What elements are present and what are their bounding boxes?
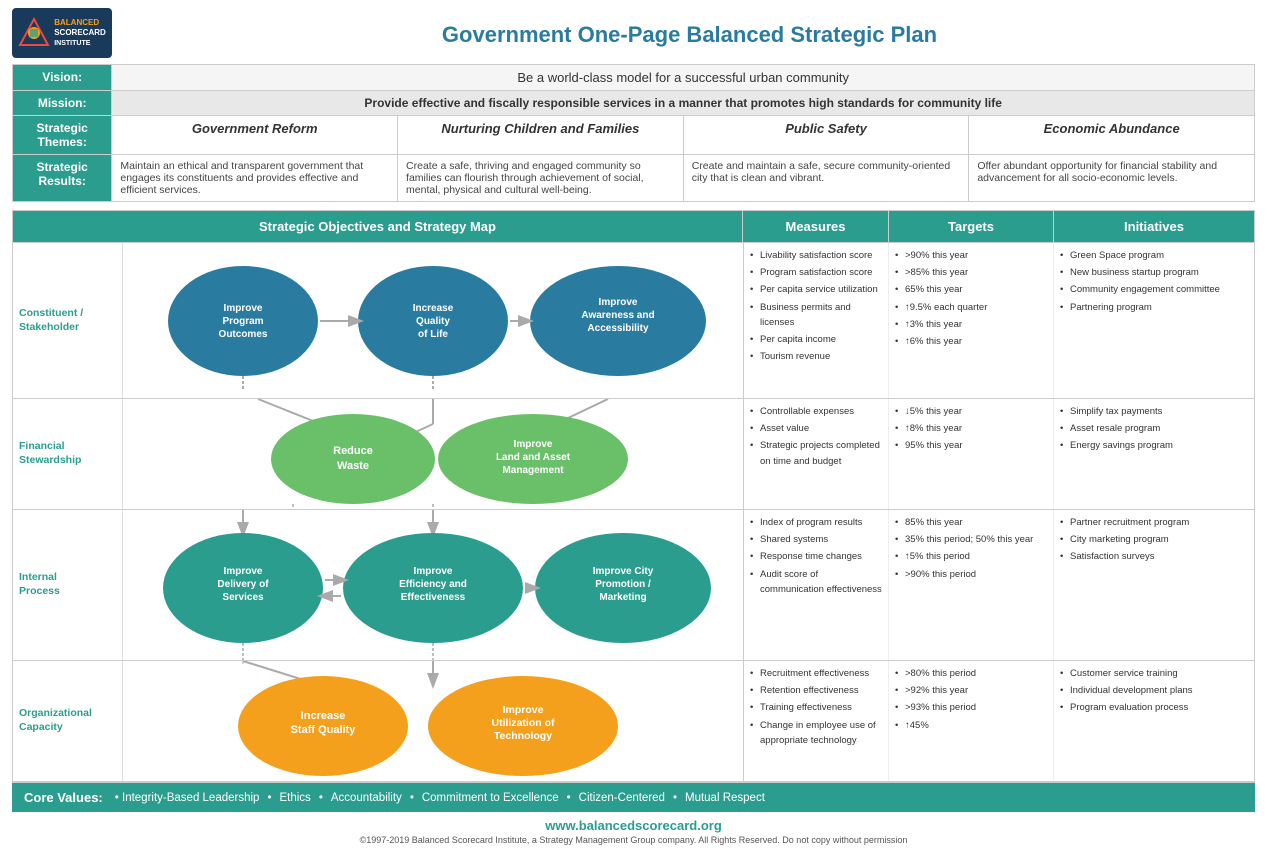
core-values-sep3: • [410,792,414,804]
core-values-label: Core Values: [24,790,103,805]
svg-text:Management: Management [502,465,564,476]
row-label-org: OrganizationalCapacity [19,707,92,734]
page-title: Government One-Page Balanced Strategic P… [124,18,1255,48]
svg-text:Effectiveness: Effectiveness [401,592,466,603]
core-values-item-1: Ethics [279,792,310,804]
internal-targets: 85% this year 35% this period; 50% this … [889,510,1054,660]
measures-header: Measures [743,211,889,242]
svg-text:Technology: Technology [494,730,552,742]
footer-copyright: ©1997-2019 Balanced Scorecard Institute,… [18,835,1249,845]
svg-text:Improve City: Improve City [593,566,654,577]
svg-text:of Life: of Life [418,329,448,340]
org-targets: >80% this period >92% this year >93% thi… [889,661,1054,781]
internal-map-svg: Improve Delivery of Services Improve Eff… [123,510,743,660]
svg-text:Improve: Improve [224,303,263,314]
result-3: Offer abundant opportunity for financial… [969,155,1255,202]
svg-text:Quality: Quality [416,316,450,327]
internal-measures: Index of program results Shared systems … [744,510,889,660]
svg-text:Improve: Improve [599,297,638,308]
svg-text:Program: Program [222,316,263,327]
theme-2: Public Safety [683,116,969,155]
theme-3: Economic Abundance [969,116,1255,155]
svg-text:Outcomes: Outcomes [219,329,268,340]
map-header: Strategic Objectives and Strategy Map [13,211,743,242]
mission-label: Mission: [13,91,112,116]
theme-0: Government Reform [112,116,398,155]
org-measures: Recruitment effectiveness Retention effe… [744,661,889,781]
org-initiatives: Customer service training Individual dev… [1054,661,1254,781]
svg-text:Increase: Increase [301,710,346,722]
themes-label: Strategic Themes: [13,116,112,155]
logo: BALANCED SCORECARD INSTITUTE [12,8,112,58]
logo-text: BALANCED SCORECARD INSTITUTE [54,18,106,48]
core-values-item-4: Citizen-Centered [579,792,665,804]
svg-text:Improve: Improve [224,566,263,577]
core-values-sep4: • [567,792,571,804]
mission-text: Provide effective and fiscally responsib… [112,91,1255,116]
row-label-financial: FinancialStewardship [19,440,81,467]
top-table: Vision: Be a world-class model for a suc… [12,64,1255,202]
row-label-constituent: Constituent /Stakeholder [19,307,83,334]
svg-text:Delivery of: Delivery of [217,579,269,590]
svg-text:Accessibility: Accessibility [587,323,649,334]
constituent-map-svg: Improve Program Outcomes Increase Qualit… [123,243,743,398]
svg-text:Marketing: Marketing [599,592,646,603]
core-values-item-3: Commitment to Excellence [422,792,559,804]
core-values-bar: Core Values: • Integrity-Based Leadershi… [12,783,1255,812]
svg-text:Improve: Improve [514,439,553,450]
constituent-measures: Livability satisfaction score Program sa… [744,243,889,398]
financial-map-svg: Reduce Waste Improve Land and Asset Mana… [123,399,743,509]
core-values-item-2: Accountability [331,792,402,804]
financial-measures: Controllable expenses Asset value Strate… [744,399,889,509]
svg-text:Efficiency and: Efficiency and [399,579,467,590]
logo-icon [18,17,50,49]
constituent-initiatives: Green Space program New business startup… [1054,243,1254,398]
vision-text: Be a world-class model for a successful … [112,65,1255,91]
svg-text:Land and Asset: Land and Asset [496,452,571,463]
svg-text:Services: Services [222,592,264,603]
footer: www.balancedscorecard.org ©1997-2019 Bal… [12,812,1255,851]
financial-initiatives: Simplify tax payments Asset resale progr… [1054,399,1254,509]
svg-text:Reduce: Reduce [333,445,373,457]
core-values-item-5: Mutual Respect [685,792,765,804]
constituent-targets: >90% this year >85% this year 65% this y… [889,243,1054,398]
core-values-sep5: • [673,792,677,804]
svg-text:Utilization of: Utilization of [492,717,555,729]
org-map-svg: Increase Staff Quality Improve Utilizati… [123,661,743,781]
vision-label: Vision: [13,65,112,91]
internal-initiatives: Partner recruitment program City marketi… [1054,510,1254,660]
svg-text:Staff Quality: Staff Quality [291,724,357,736]
targets-header: Targets [889,211,1054,242]
core-values-item-0: • Integrity-Based Leadership [115,792,260,804]
core-values-sep2: • [319,792,323,804]
results-label: Strategic Results: [13,155,112,202]
result-2: Create and maintain a safe, secure commu… [683,155,969,202]
svg-text:Improve: Improve [414,566,453,577]
row-label-internal: InternalProcess [19,571,60,598]
theme-1: Nurturing Children and Families [398,116,684,155]
svg-text:Awareness and: Awareness and [581,310,654,321]
svg-text:Increase: Increase [413,303,454,314]
svg-text:Waste: Waste [337,460,369,472]
result-1: Create a safe, thriving and engaged comm… [398,155,684,202]
initiatives-header: Initiatives [1054,211,1254,242]
result-0: Maintain an ethical and transparent gove… [112,155,398,202]
financial-targets: ↓5% this year ↑8% this year 95% this yea… [889,399,1054,509]
svg-text:Promotion /: Promotion / [595,579,651,590]
footer-url[interactable]: www.balancedscorecard.org [18,818,1249,833]
core-values-sep1: • [267,792,271,804]
svg-text:Improve: Improve [503,704,544,716]
